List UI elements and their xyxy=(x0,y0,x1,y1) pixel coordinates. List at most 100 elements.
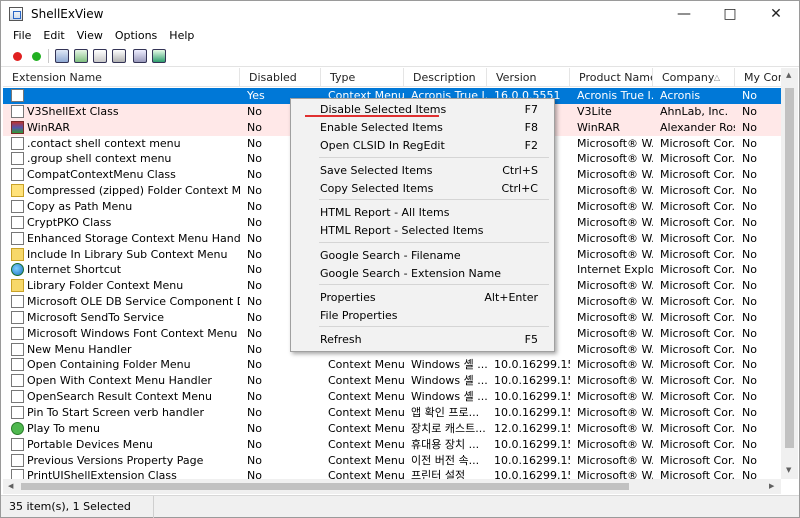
cell-name: .group shell context menu xyxy=(27,152,172,166)
context-menu-item[interactable]: Open CLSID In RegEdit F2 xyxy=(293,137,552,155)
cell-company: Microsoft Cor... xyxy=(660,326,735,340)
save-button[interactable] xyxy=(54,48,70,64)
cell-my: No xyxy=(742,231,757,245)
find-button[interactable] xyxy=(132,48,148,64)
properties-button[interactable] xyxy=(111,48,127,64)
cell-product: Microsoft® W... xyxy=(577,215,653,229)
context-menu-item[interactable]: Refresh F5 xyxy=(293,331,552,349)
menu-edit[interactable]: Edit xyxy=(37,27,70,45)
cell-name: Include In Library Sub Context Menu xyxy=(27,247,228,261)
green-dot-icon xyxy=(31,51,41,61)
cell-product: Microsoft® W... xyxy=(577,152,653,166)
cell-disabled: No xyxy=(247,421,262,435)
cell-company: Acronis xyxy=(660,89,701,102)
cell-my: No xyxy=(742,263,757,277)
context-menu-item[interactable]: Properties Alt+Enter xyxy=(293,289,552,307)
cell-name: .contact shell context menu xyxy=(27,136,181,150)
column-type[interactable]: Type xyxy=(321,68,404,87)
column-version[interactable]: Version xyxy=(487,68,570,87)
cell-disabled: No xyxy=(247,469,262,479)
cell-version: 10.0.16299.15... xyxy=(494,406,570,419)
context-menu-item[interactable]: Enable Selected Items F8 xyxy=(293,119,552,137)
cell-company: Microsoft Cor... xyxy=(660,263,735,277)
menu-file[interactable]: File xyxy=(1,27,37,45)
cell-my: No xyxy=(742,152,757,166)
context-menu-label: Google Search - Filename xyxy=(320,249,461,262)
cell-my: No xyxy=(742,295,757,309)
scroll-right-icon[interactable]: ▶ xyxy=(769,482,774,490)
cell-product: Microsoft® W... xyxy=(577,469,653,479)
maximize-icon: □ xyxy=(723,6,737,22)
column-my-computer[interactable]: My Com xyxy=(735,68,781,87)
menu-separator xyxy=(319,157,549,158)
disable-button[interactable] xyxy=(9,48,25,64)
table-row[interactable]: Open Containing Folder Menu No Context Men… xyxy=(3,357,781,373)
properties-icon xyxy=(112,49,126,63)
exit-button[interactable] xyxy=(151,48,167,64)
table-row[interactable]: OpenSearch Result Context Menu No Context … xyxy=(3,389,781,405)
context-menu-label: HTML Report - Selected Items xyxy=(320,224,484,237)
cell-product: Internet Explorer xyxy=(577,263,653,277)
scroll-up-icon[interactable]: ▲ xyxy=(786,71,791,79)
cell-my: No xyxy=(742,374,757,388)
cell-name xyxy=(3,88,240,104)
column-company[interactable]: Company △ xyxy=(653,68,735,87)
vertical-scroll-thumb[interactable] xyxy=(785,88,794,448)
cell-type: Context Menu xyxy=(328,374,404,388)
context-menu-item[interactable]: HTML Report - All Items xyxy=(293,204,552,222)
context-menu-item[interactable]: HTML Report - Selected Items xyxy=(293,222,552,240)
horizontal-scrollbar[interactable]: ◀ ▶ xyxy=(3,479,781,494)
column-extension-name[interactable]: Extension Name xyxy=(3,68,240,87)
cell-my: No xyxy=(742,469,757,479)
context-menu-item[interactable]: Google Search - Extension Name xyxy=(293,265,552,283)
vertical-scrollbar[interactable]: ▲ ▼ xyxy=(781,68,798,479)
context-menu-shortcut: Alt+Enter xyxy=(484,291,538,304)
menu-help[interactable]: Help xyxy=(163,27,200,45)
cell-my: No xyxy=(742,342,757,356)
table-row[interactable]: Portable Devices Menu No Context Menu 휴대용 장… xyxy=(3,437,781,453)
menu-options[interactable]: Options xyxy=(109,27,163,45)
table-row[interactable]: Play To menu No Context Menu 장치로 캐스트... 12.0… xyxy=(3,421,781,437)
cell-name: Compressed (zipped) Folder Context Menu xyxy=(27,184,240,198)
cell-name: Portable Devices Menu xyxy=(27,437,153,451)
cell-my: No xyxy=(742,215,757,229)
cell-type: Context Menu xyxy=(328,421,404,435)
scroll-left-icon[interactable]: ◀ xyxy=(8,482,13,490)
enable-button[interactable] xyxy=(28,48,44,64)
minimize-button[interactable]: — xyxy=(661,1,707,27)
scroll-down-icon[interactable]: ▼ xyxy=(786,466,791,474)
menu-view[interactable]: View xyxy=(71,27,109,45)
menu-separator xyxy=(319,199,549,200)
table-row[interactable]: Previous Versions Property Page No Context… xyxy=(3,453,781,469)
context-menu-item[interactable]: File Properties xyxy=(293,307,552,325)
toolbar-separator xyxy=(48,49,49,63)
column-product-name[interactable]: Product Name xyxy=(570,68,653,87)
list-header: Extension Name Disabled Type Description… xyxy=(3,68,781,87)
cell-company: Microsoft Cor... xyxy=(660,406,735,419)
cell-product: Microsoft® W... xyxy=(577,295,653,309)
cell-product: Microsoft® W... xyxy=(577,326,653,340)
title-bar: ShellExView — □ ✕ xyxy=(1,1,799,27)
cell-product: Microsoft® W... xyxy=(577,310,653,324)
table-row[interactable]: Pin To Start Screen verb handler No Contex… xyxy=(3,405,781,421)
cell-desc: Windows 셸 ... xyxy=(411,390,487,404)
table-row[interactable]: Open With Context Menu Handler No Context … xyxy=(3,373,781,389)
cell-my: No xyxy=(742,184,757,198)
maximize-button[interactable]: □ xyxy=(707,1,753,27)
cell-name: Microsoft SendTo Service xyxy=(27,310,164,324)
cell-version: 10.0.16299.15... xyxy=(494,358,570,372)
table-row[interactable]: PrintUIShellExtension Class No Context Men… xyxy=(3,468,781,479)
copy-button[interactable] xyxy=(92,48,108,64)
column-description[interactable]: Description xyxy=(404,68,487,87)
cell-type: Context Menu xyxy=(328,469,404,479)
close-button[interactable]: ✕ xyxy=(753,1,799,27)
cell-type: Context Menu xyxy=(328,453,404,467)
context-menu-item[interactable]: Save Selected Items Ctrl+S xyxy=(293,162,552,180)
toolbar xyxy=(1,45,799,67)
refresh-button[interactable] xyxy=(73,48,89,64)
column-disabled[interactable]: Disabled xyxy=(240,68,321,87)
context-menu-item[interactable]: Copy Selected Items Ctrl+C xyxy=(293,180,552,198)
context-menu-item[interactable]: Google Search - Filename xyxy=(293,247,552,265)
context-menu-label: Refresh xyxy=(320,333,362,346)
horizontal-scroll-thumb[interactable] xyxy=(21,483,629,490)
